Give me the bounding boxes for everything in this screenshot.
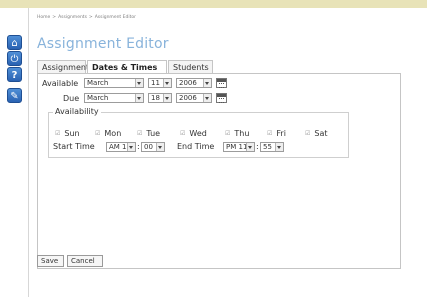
day-label-mon: Mon	[104, 129, 122, 138]
breadcrumb: Home > Assignments > Assignment Editor	[37, 15, 136, 20]
calendar-icon[interactable]	[216, 93, 227, 103]
due-year-select[interactable]: 2006	[176, 93, 212, 103]
breadcrumb-current: Assignment Editor	[94, 15, 136, 20]
day-checkbox-fri[interactable]: ☑ Fri	[267, 129, 286, 138]
breadcrumb-separator: >	[52, 15, 57, 20]
chevron-down-icon	[203, 94, 211, 102]
checkbox-icon: ☑	[267, 130, 273, 137]
save-button[interactable]: Save	[37, 255, 64, 267]
available-month-value: March	[87, 79, 109, 87]
due-month-select[interactable]: March	[84, 93, 144, 103]
end-minute-value: 55	[263, 143, 272, 151]
help-icon[interactable]: ?	[7, 67, 22, 82]
checkbox-icon: ☑	[225, 130, 231, 137]
time-colon: :	[137, 142, 140, 151]
availability-fieldset: Availability ☑ Sun ☑ Mon ☑ Tue ☑ Wed ☑ Thu ☑ F…	[48, 107, 349, 158]
due-label: Due	[63, 94, 80, 103]
end-time-label: End Time	[177, 142, 215, 151]
end-minute-select[interactable]: 55	[260, 142, 284, 152]
due-year-value: 2006	[179, 94, 197, 102]
sidebar: ⌂ ⏻ ? ✎	[0, 8, 29, 297]
time-colon: :	[256, 142, 259, 151]
start-hour-select[interactable]: AM 12	[106, 142, 136, 152]
available-day-value: 11	[151, 79, 160, 87]
page-title: Assignment Editor	[37, 36, 169, 52]
chevron-down-icon	[246, 143, 254, 151]
available-year-value: 2006	[179, 79, 197, 87]
available-day-select[interactable]: 11	[148, 78, 172, 88]
chevron-down-icon	[156, 143, 164, 151]
availability-legend: Availability	[53, 107, 101, 116]
tool-icon[interactable]: ✎	[7, 88, 22, 103]
checkbox-icon: ☑	[180, 130, 186, 137]
power-icon[interactable]: ⏻	[7, 51, 22, 66]
chevron-down-icon	[135, 94, 143, 102]
tab-dates-times[interactable]: Dates & Times	[87, 60, 167, 74]
due-day-select[interactable]: 18	[148, 93, 172, 103]
checkbox-icon: ☑	[137, 130, 143, 137]
day-checkbox-sat[interactable]: ☑ Sat	[305, 129, 328, 138]
available-month-select[interactable]: March	[84, 78, 144, 88]
breadcrumb-assignments[interactable]: Assignments	[58, 15, 87, 20]
main-area: Home > Assignments > Assignment Editor Assig…	[29, 8, 427, 297]
home-icon[interactable]: ⌂	[7, 35, 22, 50]
chevron-down-icon	[275, 143, 283, 151]
day-label-wed: Wed	[189, 129, 207, 138]
end-hour-select[interactable]: PM 11	[223, 142, 255, 152]
dates-times-panel: Available March 11 2006 Due March 18 200…	[37, 73, 401, 269]
checkbox-icon: ☑	[55, 130, 61, 137]
chevron-down-icon	[203, 79, 211, 87]
start-minute-select[interactable]: 00	[141, 142, 165, 152]
chevron-down-icon	[163, 94, 171, 102]
available-year-select[interactable]: 2006	[176, 78, 212, 88]
due-month-value: March	[87, 94, 109, 102]
breadcrumb-separator: >	[88, 15, 93, 20]
start-time-label: Start Time	[53, 142, 95, 151]
chevron-down-icon	[135, 79, 143, 87]
chevron-down-icon	[163, 79, 171, 87]
top-stripe	[0, 0, 427, 8]
day-checkbox-thu[interactable]: ☑ Thu	[225, 129, 249, 138]
day-label-fri: Fri	[276, 129, 286, 138]
due-day-value: 18	[151, 94, 160, 102]
tab-assignment[interactable]: Assignment	[37, 60, 89, 73]
day-label-tue: Tue	[146, 129, 161, 138]
day-label-sat: Sat	[314, 129, 328, 138]
day-checkbox-wed[interactable]: ☑ Wed	[180, 129, 207, 138]
tab-students[interactable]: Students	[168, 60, 213, 73]
chevron-down-icon	[127, 143, 135, 151]
day-label-thu: Thu	[234, 129, 250, 138]
available-label: Available	[42, 79, 79, 88]
day-checkbox-tue[interactable]: ☑ Tue	[137, 129, 160, 138]
calendar-icon[interactable]	[216, 78, 227, 88]
day-checkbox-sun[interactable]: ☑ Sun	[55, 129, 80, 138]
cancel-button[interactable]: Cancel	[67, 255, 103, 267]
checkbox-icon: ☑	[95, 130, 101, 137]
day-label-sun: Sun	[64, 129, 80, 138]
breadcrumb-home[interactable]: Home	[37, 15, 50, 20]
day-checkbox-mon[interactable]: ☑ Mon	[95, 129, 121, 138]
end-hour-value: PM 11	[226, 143, 248, 151]
checkbox-icon: ☑	[305, 130, 311, 137]
start-minute-value: 00	[144, 143, 153, 151]
